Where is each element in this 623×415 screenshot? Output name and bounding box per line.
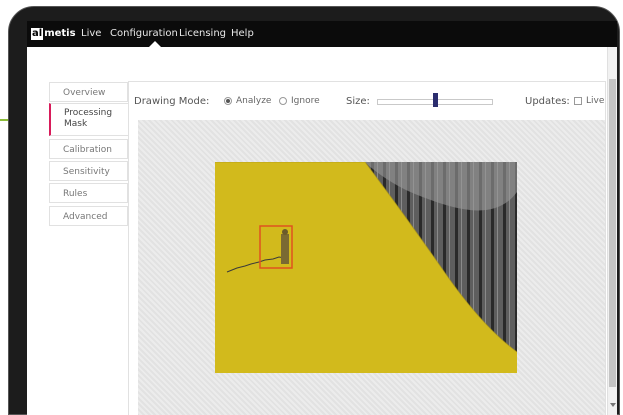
updates-label: Updates:	[525, 96, 570, 107]
mask-toolbar: Drawing Mode: Analyze Ignore Size: Updat…	[129, 82, 605, 120]
tablet-frame: al metis Live Configuration Licensing He…	[8, 6, 620, 415]
logo-mark: al	[31, 27, 44, 40]
tab-calibration[interactable]: Calibration	[49, 139, 128, 159]
tab-rules-label: Rules	[63, 189, 88, 199]
tab-sensitivity-label: Sensitivity	[63, 167, 110, 177]
radio-analyze-label[interactable]: Analyze	[236, 96, 271, 106]
processing-mask-panel: Drawing Mode: Analyze Ignore Size: Updat…	[128, 81, 606, 415]
live-updates-label[interactable]: Live	[586, 96, 604, 106]
page-scrollbar[interactable]	[607, 47, 617, 415]
detected-person	[281, 234, 289, 264]
tab-processing-mask[interactable]: Processing Mask	[49, 103, 129, 136]
camera-image[interactable]	[215, 162, 517, 373]
detected-person-head	[282, 229, 288, 235]
tab-advanced-label: Advanced	[63, 212, 108, 222]
drawing-mode-label: Drawing Mode:	[134, 96, 210, 107]
scroll-down-arrow-icon[interactable]	[610, 403, 616, 407]
nav-configuration[interactable]: Configuration	[110, 21, 178, 47]
radio-analyze[interactable]	[224, 97, 232, 105]
tab-advanced[interactable]: Advanced	[49, 206, 128, 226]
radio-ignore-label[interactable]: Ignore	[291, 96, 320, 106]
size-slider-handle[interactable]	[432, 93, 438, 107]
scrollbar-thumb[interactable]	[609, 79, 616, 387]
top-navbar: al metis Live Configuration Licensing He…	[27, 21, 617, 47]
tab-processing-mask-label-line1: Processing	[64, 108, 113, 118]
brand-logo[interactable]: al metis	[31, 27, 76, 40]
size-label: Size:	[346, 96, 370, 107]
nav-live[interactable]: Live	[81, 21, 101, 47]
tab-rules[interactable]: Rules	[49, 183, 128, 203]
logo-text: metis	[44, 27, 76, 39]
mask-drawing-canvas[interactable]	[138, 120, 605, 415]
tab-overview-label: Overview	[63, 88, 106, 98]
app-screen: al metis Live Configuration Licensing He…	[27, 21, 617, 415]
live-updates-checkbox[interactable]	[574, 97, 582, 105]
active-nav-caret-icon	[149, 41, 161, 47]
tab-sensitivity[interactable]: Sensitivity	[49, 161, 128, 181]
tab-processing-mask-label-line2: Mask	[64, 119, 88, 129]
tab-overview[interactable]: Overview	[49, 82, 128, 102]
tab-calibration-label: Calibration	[63, 145, 112, 155]
nav-licensing[interactable]: Licensing	[179, 21, 226, 47]
nav-help[interactable]: Help	[231, 21, 254, 47]
radio-ignore[interactable]	[279, 97, 287, 105]
